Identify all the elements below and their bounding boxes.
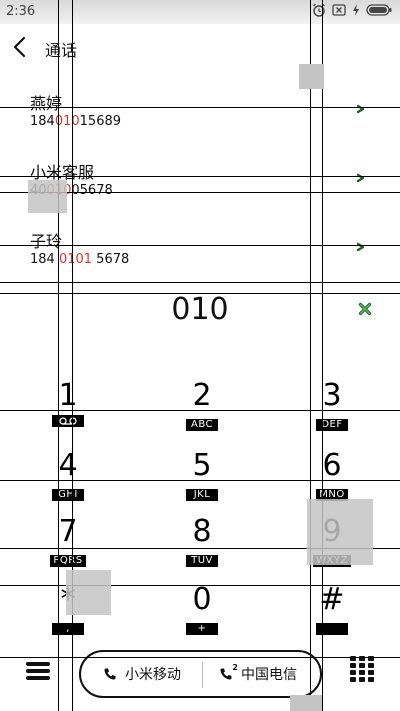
key-8[interactable]: 8 TUV <box>142 516 262 576</box>
placeholder-box <box>299 64 324 89</box>
guide-line <box>0 107 400 108</box>
placeholder-box <box>28 180 67 213</box>
call-sim2-button[interactable]: 2 中国电信 <box>219 652 297 696</box>
guide-line <box>0 293 400 294</box>
placeholder-box <box>290 695 322 711</box>
chevron-right-icon[interactable] <box>356 104 366 114</box>
guide-line <box>0 176 400 177</box>
sim-divider <box>202 662 203 688</box>
guide-line <box>0 657 400 658</box>
match-highlight: 0101 <box>58 252 93 267</box>
header: 通话 <box>0 24 400 72</box>
charging-icon <box>353 4 359 16</box>
sim2-label: 中国电信 <box>241 667 297 683</box>
call-sim1-button[interactable]: 小米移动 <box>103 652 181 696</box>
delete-icon[interactable] <box>358 302 372 316</box>
status-bar: 2:36 <box>0 0 400 24</box>
phone-icon <box>104 668 116 680</box>
placeholder-box <box>307 499 373 565</box>
chevron-right-icon[interactable] <box>356 242 366 252</box>
battery-icon <box>366 4 392 16</box>
sim2-badge: 2 <box>232 663 238 672</box>
dial-display: 010 <box>0 292 400 334</box>
contact-number: 18401015689 <box>30 114 122 129</box>
chevron-right-icon[interactable] <box>356 173 366 183</box>
phone-sim2-icon: 2 <box>219 663 238 681</box>
guide-line <box>0 410 400 411</box>
chevron-left-icon <box>13 36 26 58</box>
dialpad-icon[interactable] <box>350 656 374 686</box>
guide-line <box>0 245 400 246</box>
guide-line <box>0 480 400 481</box>
key-7[interactable]: 7 PQRS <box>8 516 128 576</box>
contact-number: 184 0101 5678 <box>30 252 130 267</box>
dialed-number: 010 <box>171 292 229 327</box>
guide-line <box>0 282 400 283</box>
menu-icon[interactable] <box>26 660 50 682</box>
key-0[interactable]: 0 + <box>142 584 262 644</box>
key-hash-bar <box>316 623 348 635</box>
no-sim-icon <box>332 4 346 16</box>
status-icons <box>312 3 392 17</box>
status-time: 2:36 <box>6 4 36 19</box>
placeholder-box <box>66 570 111 615</box>
guide-line <box>0 585 400 586</box>
contact-row[interactable]: 燕婷 18401015689 <box>0 90 400 158</box>
key-hash[interactable]: # <box>272 584 392 644</box>
alarm-icon <box>313 3 325 17</box>
voicemail-icon <box>52 415 84 427</box>
sim1-label: 小米移动 <box>125 667 181 683</box>
contact-row[interactable]: 子玲 184 0101 5678 <box>0 228 400 296</box>
back-button[interactable] <box>12 36 32 60</box>
